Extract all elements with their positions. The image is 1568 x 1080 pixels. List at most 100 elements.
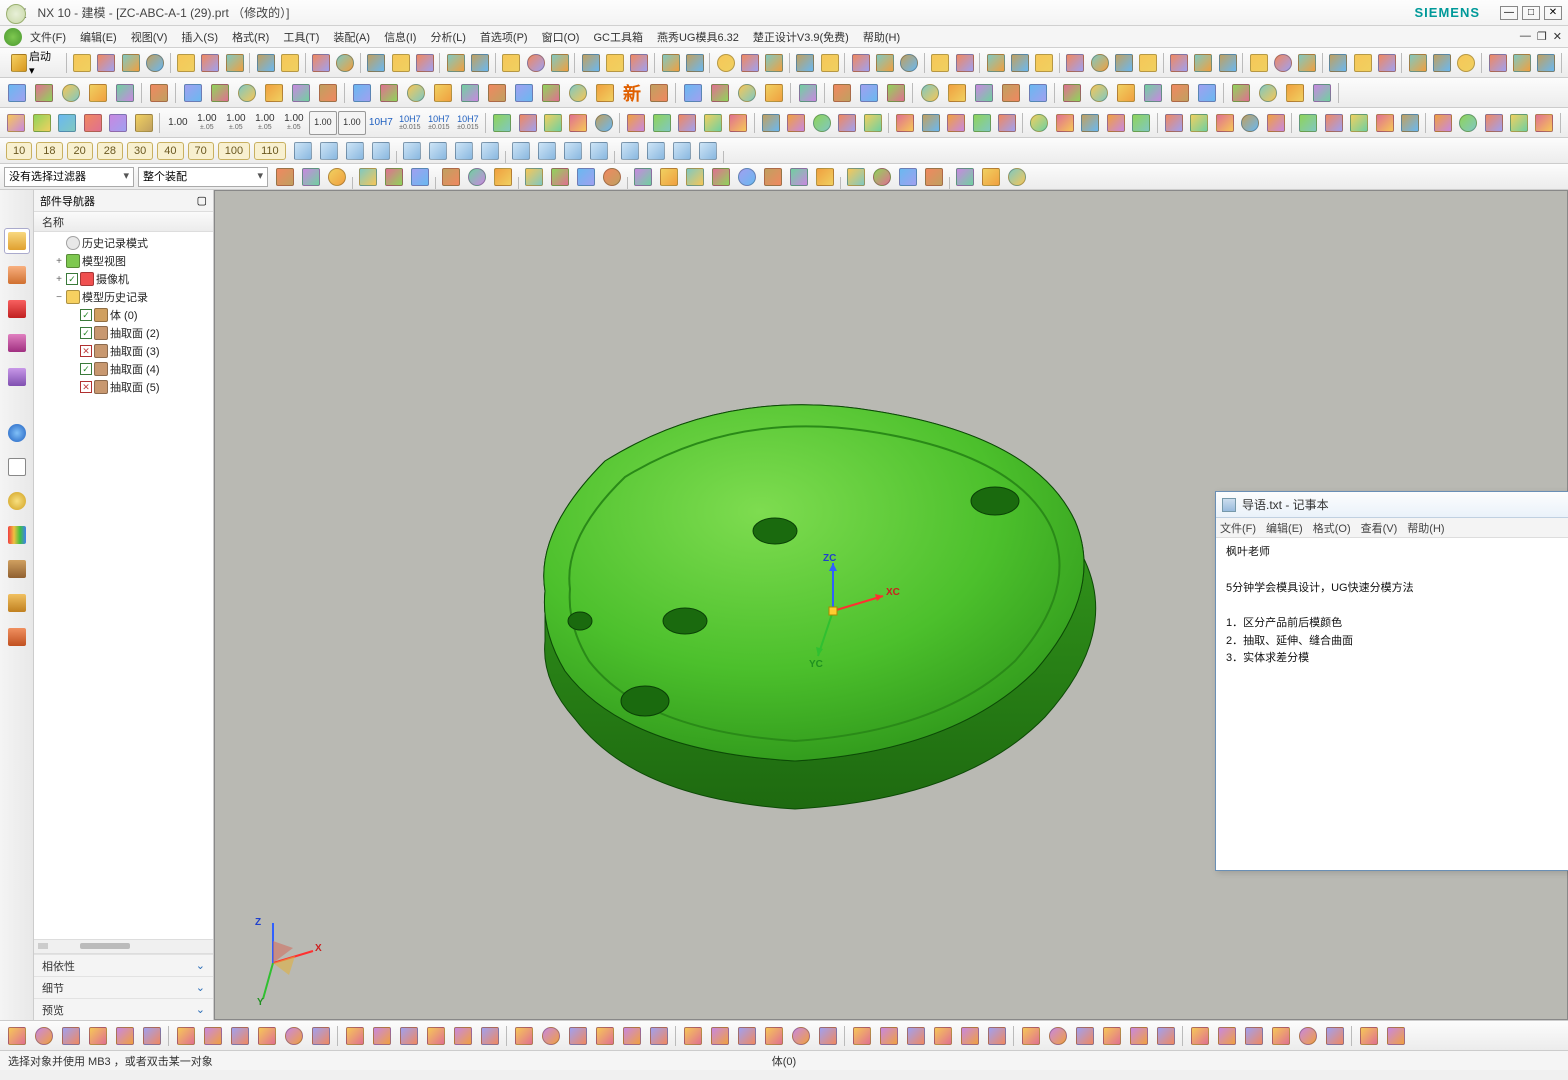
- numrow-btn-5[interactable]: [425, 139, 451, 163]
- filter-btn-14[interactable]: [656, 165, 682, 189]
- tb2-btn-38[interactable]: [1086, 81, 1112, 105]
- dim-btn-7[interactable]: 10H7: [367, 111, 395, 135]
- tb3-btn-8[interactable]: [701, 111, 725, 135]
- acc-dependency[interactable]: 相依性⌄: [34, 954, 213, 976]
- bb-btn-40[interactable]: [1126, 1024, 1152, 1048]
- bb-btn-16[interactable]: [450, 1024, 476, 1048]
- bb-btn-9[interactable]: [254, 1024, 280, 1048]
- tb2-btn-45[interactable]: [1282, 81, 1308, 105]
- tb1-btn-15[interactable]: [469, 51, 492, 75]
- filter-btn-26[interactable]: [978, 165, 1004, 189]
- tb1-btn-8[interactable]: [278, 51, 301, 75]
- bb-btn-43[interactable]: [1214, 1024, 1240, 1048]
- menu-info[interactable]: 信息(I): [378, 27, 422, 47]
- maximize-button[interactable]: □: [1522, 6, 1540, 20]
- bb-btn-46[interactable]: [1295, 1024, 1321, 1048]
- assembly-filter-combo[interactable]: 整个装配: [138, 167, 268, 187]
- tb3-lead-4[interactable]: [106, 111, 130, 135]
- np-menu-help[interactable]: 帮助(H): [1407, 520, 1444, 536]
- menu-view[interactable]: 视图(V): [125, 27, 174, 47]
- tab-render[interactable]: [4, 522, 30, 548]
- numrow-btn-6[interactable]: [451, 139, 477, 163]
- dim-btn-4[interactable]: 1.00±.05: [280, 111, 308, 135]
- tb3-btn-16[interactable]: [918, 111, 942, 135]
- mdi-restore[interactable]: ❐: [1535, 30, 1549, 43]
- num-18[interactable]: 18: [36, 142, 62, 160]
- tree-row-8[interactable]: ✕抽取面 (5): [34, 378, 213, 396]
- tb2-btn-31[interactable]: [883, 81, 909, 105]
- num-10[interactable]: 10: [6, 142, 32, 160]
- tb1-btn-29[interactable]: [849, 51, 872, 75]
- numrow-btn-9[interactable]: [534, 139, 560, 163]
- tb1-btn-42[interactable]: [1192, 51, 1215, 75]
- filter-btn-4[interactable]: [381, 165, 407, 189]
- tb2-btn-41[interactable]: [1167, 81, 1193, 105]
- tb3-btn-4[interactable]: [592, 111, 616, 135]
- navigator-tree[interactable]: 历史记录模式+模型视图+✓摄像机−模型历史记录✓体 (0)✓抽取面 (2)✕抽取…: [34, 232, 213, 939]
- tb2-btn-29[interactable]: [829, 81, 855, 105]
- filter-btn-22[interactable]: [869, 165, 895, 189]
- numrow-btn-10[interactable]: [560, 139, 586, 163]
- bb-btn-34[interactable]: [957, 1024, 983, 1048]
- num-40[interactable]: 40: [157, 142, 183, 160]
- bb-btn-30[interactable]: [849, 1024, 875, 1048]
- bb-btn-0[interactable]: [4, 1024, 30, 1048]
- tab-tool[interactable]: [4, 556, 30, 582]
- bb-btn-42[interactable]: [1187, 1024, 1213, 1048]
- filter-btn-21[interactable]: [843, 165, 869, 189]
- bb-btn-48[interactable]: [1356, 1024, 1382, 1048]
- bb-btn-45[interactable]: [1268, 1024, 1294, 1048]
- tb2-btn-7[interactable]: [207, 81, 233, 105]
- filter-btn-3[interactable]: [355, 165, 381, 189]
- tree-checkbox[interactable]: ✓: [80, 363, 92, 375]
- tb2-btn-4[interactable]: [112, 81, 138, 105]
- tb3-btn-7[interactable]: [675, 111, 699, 135]
- menu-chuzheng[interactable]: 楚正设计V3.9(免费): [747, 27, 855, 47]
- tb1-btn-46[interactable]: [1296, 51, 1319, 75]
- num-70[interactable]: 70: [188, 142, 214, 160]
- tb3-btn-1[interactable]: [515, 111, 539, 135]
- bb-btn-15[interactable]: [423, 1024, 449, 1048]
- tb3-btn-31[interactable]: [1321, 111, 1345, 135]
- tab-assembly-navigator[interactable]: [4, 262, 30, 288]
- tb2-btn-17[interactable]: [484, 81, 510, 105]
- notepad-titlebar[interactable]: 导语.txt - 记事本 ― ▢ ✕: [1216, 492, 1568, 518]
- tb1-btn-24[interactable]: [714, 51, 737, 75]
- numrow-btn-12[interactable]: [617, 139, 643, 163]
- tb3-lead-0[interactable]: [4, 111, 28, 135]
- tb1-btn-23[interactable]: [683, 51, 706, 75]
- navigator-column-header[interactable]: 名称: [34, 212, 213, 232]
- tb1-btn-50[interactable]: [1406, 51, 1429, 75]
- tb1-btn-17[interactable]: [524, 51, 547, 75]
- app-icon[interactable]: [4, 28, 22, 46]
- tree-row-7[interactable]: ✓抽取面 (4): [34, 360, 213, 378]
- tab-browser[interactable]: [4, 420, 30, 446]
- close-button[interactable]: ✕: [1544, 6, 1562, 20]
- tb2-btn-21[interactable]: [592, 81, 618, 105]
- menu-yanxiu[interactable]: 燕秀UG模具6.32: [651, 27, 745, 47]
- tb1-btn-4[interactable]: [174, 51, 197, 75]
- bb-btn-20[interactable]: [565, 1024, 591, 1048]
- num-30[interactable]: 30: [127, 142, 153, 160]
- tb2-btn-36[interactable]: [1025, 81, 1051, 105]
- np-menu-view[interactable]: 查看(V): [1361, 520, 1398, 536]
- tb1-btn-37[interactable]: [1064, 51, 1087, 75]
- tb2-btn-10[interactable]: [288, 81, 314, 105]
- bb-btn-25[interactable]: [707, 1024, 733, 1048]
- tb1-btn-30[interactable]: [873, 51, 896, 75]
- filter-btn-11[interactable]: [573, 165, 599, 189]
- tb3-btn-39[interactable]: [1532, 111, 1556, 135]
- bb-btn-39[interactable]: [1099, 1024, 1125, 1048]
- numrow-btn-13[interactable]: [643, 139, 669, 163]
- tb3-lead-2[interactable]: [55, 111, 79, 135]
- tb1-btn-10[interactable]: [334, 51, 357, 75]
- acc-preview[interactable]: 预览⌄: [34, 998, 213, 1020]
- menu-edit[interactable]: 编辑(E): [74, 27, 123, 47]
- tb1-btn-31[interactable]: [898, 51, 921, 75]
- tree-row-5[interactable]: ✓抽取面 (2): [34, 324, 213, 342]
- tb3-btn-38[interactable]: [1507, 111, 1531, 135]
- tb3-btn-36[interactable]: [1456, 111, 1480, 135]
- tb3-btn-0[interactable]: [490, 111, 514, 135]
- tb3-btn-34[interactable]: [1398, 111, 1422, 135]
- bb-btn-18[interactable]: [511, 1024, 537, 1048]
